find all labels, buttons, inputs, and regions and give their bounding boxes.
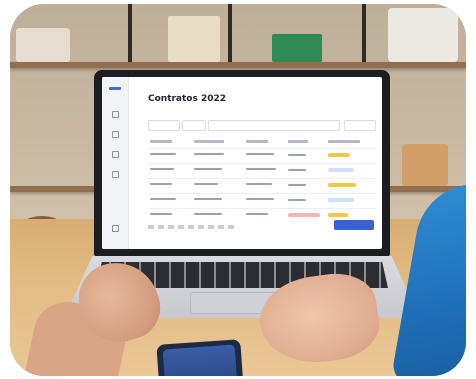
table-row[interactable] — [148, 193, 376, 207]
laptop-screen: Contratos 2022 — [102, 77, 382, 249]
green-box — [272, 34, 322, 62]
table-cell — [288, 169, 306, 171]
table-cell — [194, 198, 222, 200]
main-content: Contratos 2022 — [134, 77, 378, 249]
column-header — [194, 140, 224, 143]
cork-object — [402, 144, 448, 186]
laptop-lid: Contratos 2022 — [94, 70, 390, 256]
table-cell — [288, 184, 306, 186]
sidebar-logo-icon — [109, 87, 121, 90]
table-cell — [288, 154, 306, 156]
upper-shelf — [10, 62, 466, 68]
status-badge — [328, 213, 348, 217]
table-cell — [194, 153, 224, 155]
table-cell — [246, 168, 276, 170]
table-cell — [150, 183, 172, 185]
column-header — [288, 140, 308, 143]
table-cell — [246, 198, 274, 200]
filter-pill[interactable] — [148, 120, 180, 131]
shelf-post — [128, 4, 132, 64]
status-badge — [328, 168, 354, 172]
filter-pill[interactable] — [182, 120, 206, 131]
status-badge — [328, 198, 354, 202]
photo-frame: Contratos 2022 — [10, 4, 466, 376]
phone-screen — [162, 344, 238, 376]
sidebar-nav-icon[interactable] — [112, 111, 119, 118]
column-header — [328, 140, 360, 143]
shelf-item — [16, 28, 70, 62]
pagination[interactable] — [148, 225, 238, 229]
filter-button[interactable] — [344, 120, 376, 131]
book-stack — [168, 16, 220, 62]
table-cell — [150, 198, 176, 200]
table-row[interactable] — [148, 163, 376, 177]
status-badge — [328, 183, 356, 187]
smartphone — [156, 339, 244, 376]
status-badge — [328, 153, 350, 157]
sidebar-nav-icon[interactable] — [112, 225, 119, 232]
table-cell — [288, 199, 306, 201]
status-badge — [288, 213, 320, 217]
sidebar-nav-icon[interactable] — [112, 171, 119, 178]
filter-bar — [148, 120, 376, 131]
table-cell — [246, 153, 274, 155]
table-cell — [194, 183, 218, 185]
table-cell — [194, 213, 222, 215]
page-title: Contratos 2022 — [148, 94, 227, 104]
table-cell — [246, 183, 272, 185]
sidebar — [102, 77, 129, 249]
table-cell — [150, 153, 176, 155]
primary-action-button[interactable] — [334, 220, 374, 230]
table-row[interactable] — [148, 148, 376, 162]
column-header — [150, 140, 172, 143]
table-cell — [150, 213, 172, 215]
shelf-post — [362, 4, 366, 64]
white-boxes — [388, 8, 458, 62]
sidebar-nav-icon[interactable] — [112, 151, 119, 158]
search-input[interactable] — [208, 120, 340, 131]
sidebar-nav-icon[interactable] — [112, 131, 119, 138]
table-row[interactable] — [148, 178, 376, 192]
table-cell — [194, 168, 222, 170]
table-cell — [246, 213, 268, 215]
table-cell — [150, 168, 174, 170]
column-header — [246, 140, 268, 143]
shelf-post — [228, 4, 232, 64]
